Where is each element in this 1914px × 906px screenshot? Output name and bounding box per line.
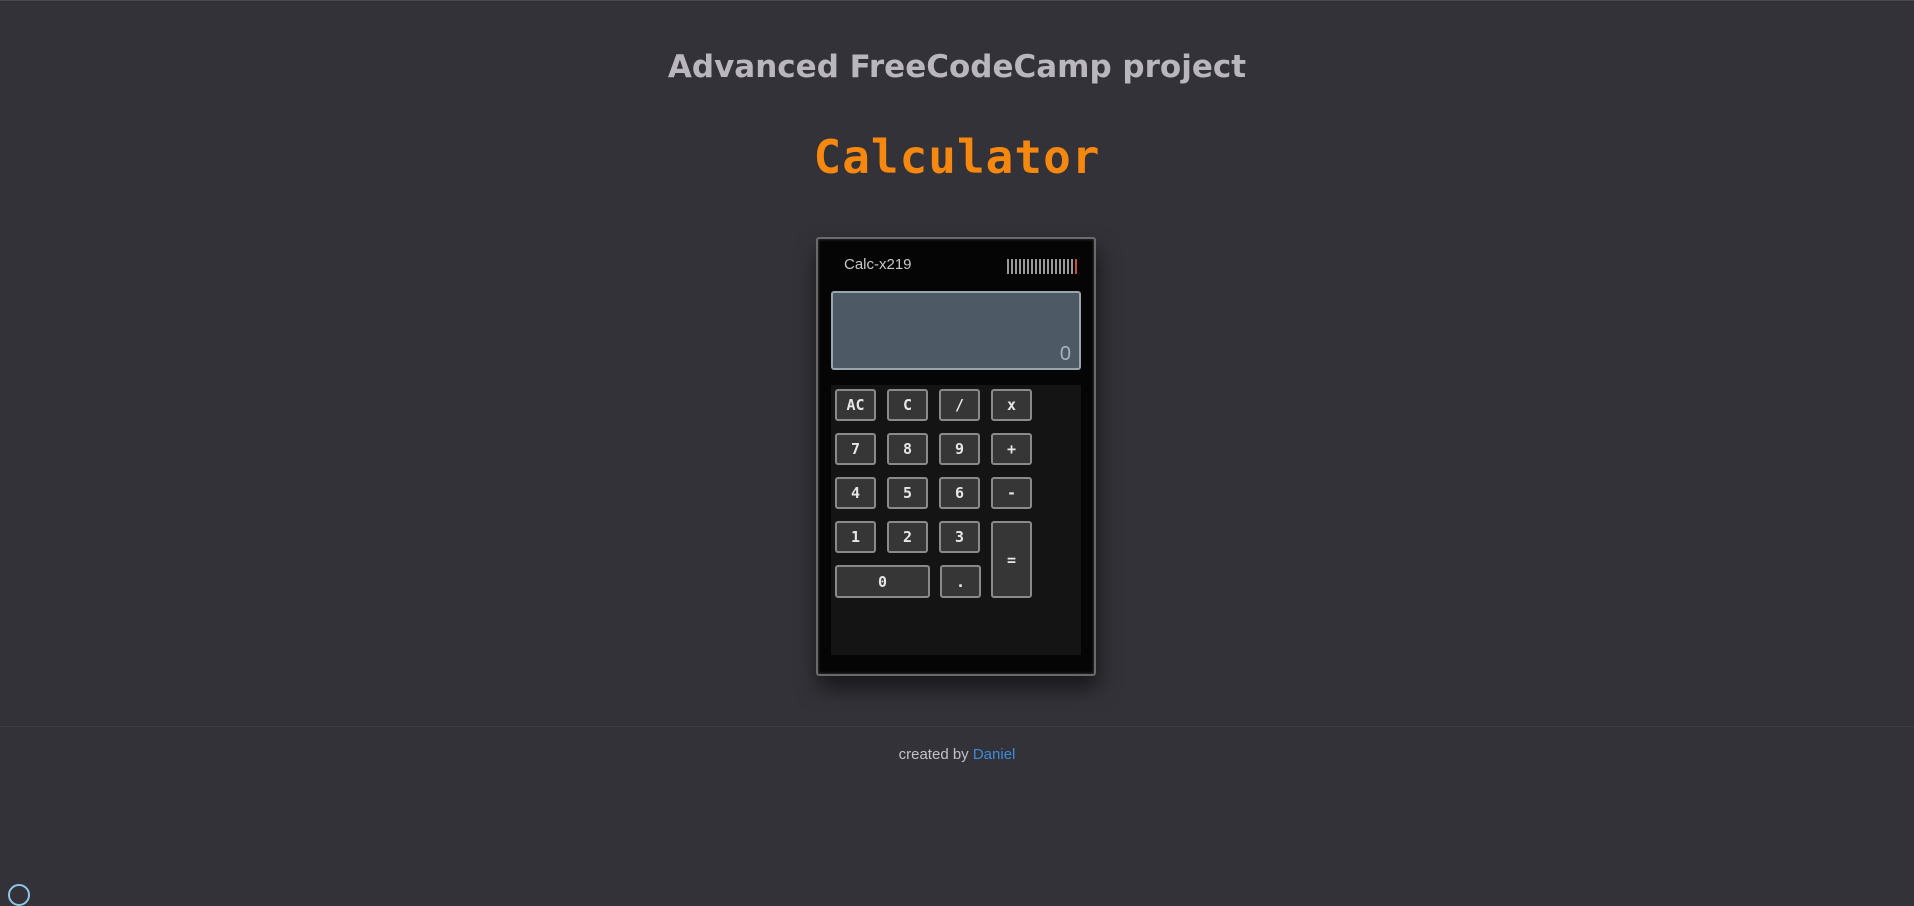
one-button[interactable]: 1 xyxy=(835,521,876,553)
plus-button[interactable]: + xyxy=(991,433,1032,465)
all-clear-button[interactable]: AC xyxy=(835,389,876,421)
zero-button[interactable]: 0 xyxy=(835,565,930,598)
nine-button[interactable]: 9 xyxy=(939,433,980,465)
author-link[interactable]: Daniel xyxy=(973,746,1016,763)
display-value: 0 xyxy=(1059,343,1071,365)
keypad: AC C / x 7 8 9 + 4 5 6 - 1 2 3 = 0 . xyxy=(831,385,1081,655)
six-button[interactable]: 6 xyxy=(939,477,980,509)
decimal-button[interactable]: . xyxy=(940,565,981,598)
three-button[interactable]: 3 xyxy=(939,521,980,553)
footer: created by Daniel xyxy=(0,746,1914,763)
minus-button[interactable]: - xyxy=(991,477,1032,509)
footer-divider xyxy=(0,726,1914,727)
footer-credit-text: created by xyxy=(898,746,969,763)
clear-button[interactable]: C xyxy=(887,389,928,421)
multiply-button[interactable]: x xyxy=(991,389,1032,421)
floating-circle-icon[interactable] xyxy=(8,884,30,906)
four-button[interactable]: 4 xyxy=(835,477,876,509)
five-button[interactable]: 5 xyxy=(887,477,928,509)
page-title: Calculator xyxy=(813,130,1101,184)
seven-button[interactable]: 7 xyxy=(835,433,876,465)
equals-button[interactable]: = xyxy=(991,521,1032,598)
divide-button[interactable]: / xyxy=(939,389,980,421)
calculator: Calc-x219 0 AC C / x 7 8 9 + 4 5 6 - 1 2… xyxy=(816,237,1096,676)
two-button[interactable]: 2 xyxy=(887,521,928,553)
calculator-brand: Calc-x219 xyxy=(844,256,912,273)
eight-button[interactable]: 8 xyxy=(887,433,928,465)
calculator-display: 0 xyxy=(831,291,1081,370)
page-heading: Advanced FreeCodeCamp project xyxy=(667,49,1247,85)
solar-panel-icon xyxy=(1007,259,1079,274)
